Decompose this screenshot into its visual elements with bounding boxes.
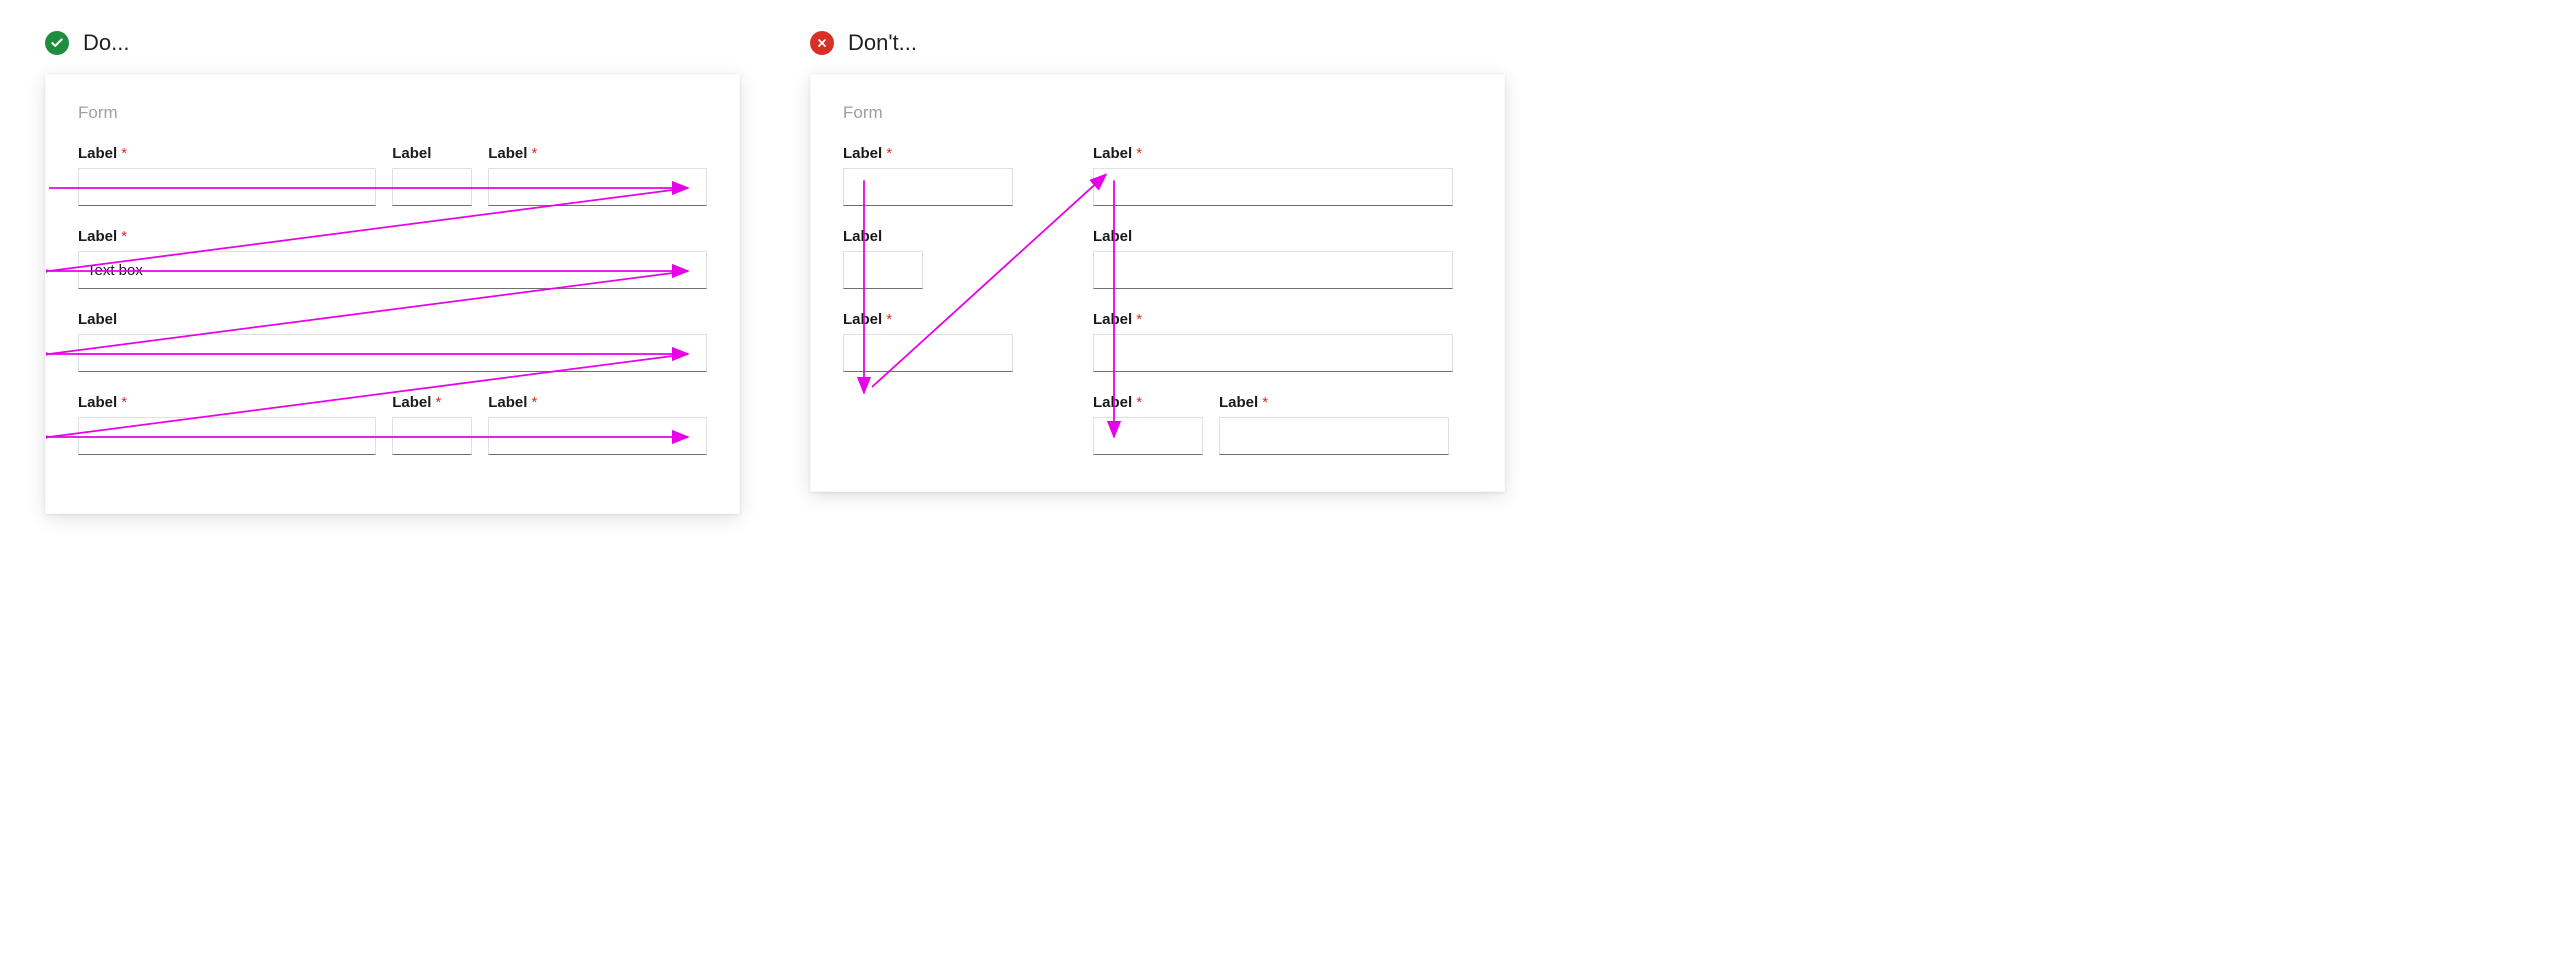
text-input[interactable]: [1093, 168, 1453, 206]
form-field: Label *: [1093, 311, 1453, 372]
field-label: Label: [392, 145, 472, 162]
check-circle-icon: [45, 31, 69, 55]
field-label: Label *: [843, 311, 1013, 328]
required-asterisk-icon: *: [121, 229, 127, 244]
form-field: Label *: [1093, 394, 1203, 455]
form-column: Label * Label Label *: [843, 145, 1013, 455]
dont-heading-text: Don't...: [848, 30, 917, 56]
field-label-text: Label: [78, 394, 117, 411]
field-label-text: Label: [1219, 394, 1258, 411]
form-field: Label *: [1093, 145, 1453, 206]
dont-header: Don't...: [810, 30, 1505, 56]
text-input[interactable]: [392, 168, 472, 206]
form-row: Label * Label * Label *: [78, 394, 707, 455]
required-asterisk-icon: *: [531, 146, 537, 161]
text-input[interactable]: [488, 417, 707, 455]
page: Do... Form Label*LabelLabel*Label*LabelL…: [0, 0, 1550, 610]
field-label: Label *: [1093, 145, 1453, 162]
field-label-text: Label: [78, 228, 117, 245]
form-field: Label *: [78, 394, 376, 455]
required-asterisk-icon: *: [531, 395, 537, 410]
text-input[interactable]: [843, 168, 1013, 206]
form-field: Label *: [392, 394, 472, 455]
do-card: Form Label*LabelLabel*Label*LabelLabel*L…: [45, 74, 740, 514]
field-label-text: Label: [78, 145, 117, 162]
form-row: Label * Label *: [1093, 394, 1453, 455]
required-asterisk-icon: *: [1136, 146, 1142, 161]
text-input[interactable]: [78, 334, 707, 372]
required-asterisk-icon: *: [121, 146, 127, 161]
field-label: Label: [78, 311, 707, 328]
text-input[interactable]: [1219, 417, 1449, 455]
field-label-text: Label: [1093, 311, 1132, 328]
text-input[interactable]: [78, 417, 376, 455]
dont-example: Don't... Form Label*LabelLabel*Label*Lab…: [810, 30, 1505, 492]
text-input[interactable]: [1093, 334, 1453, 372]
dont-form-columns: Label*LabelLabel*Label*LabelLabel*Label*…: [843, 145, 1472, 455]
do-heading-text: Do...: [83, 30, 129, 56]
do-form-rows: Label * Label Label * Label * Label Label * Label *…: [78, 145, 707, 455]
required-asterisk-icon: *: [886, 312, 892, 327]
field-label-text: Label: [392, 394, 431, 411]
field-label-text: Label: [488, 145, 527, 162]
field-label-text: Label: [843, 311, 882, 328]
field-label-text: Label: [843, 228, 882, 245]
required-asterisk-icon: *: [1136, 312, 1142, 327]
form-column: Label * Label Label * Label * Label *: [1093, 145, 1453, 455]
field-label-text: Label: [1093, 145, 1132, 162]
field-label: Label *: [1093, 311, 1453, 328]
form-field: Label *: [488, 394, 707, 455]
form-field: Label *: [78, 145, 376, 206]
field-label-text: Label: [392, 145, 431, 162]
x-circle-icon: [810, 31, 834, 55]
do-header: Do...: [45, 30, 740, 56]
form-field: Label: [843, 228, 923, 289]
text-input[interactable]: [488, 168, 707, 206]
form-row: Label: [78, 311, 707, 372]
text-input[interactable]: [392, 417, 472, 455]
dont-card: Form Label*LabelLabel*Label*LabelLabel*L…: [810, 74, 1505, 492]
field-label: Label: [843, 228, 923, 245]
field-label: Label *: [488, 145, 707, 162]
required-asterisk-icon: *: [435, 395, 441, 410]
form-field: Label *: [488, 145, 707, 206]
field-label: Label *: [392, 394, 472, 411]
field-label: Label *: [488, 394, 707, 411]
form-field: Label *: [843, 145, 1013, 206]
field-label-text: Label: [1093, 228, 1132, 245]
field-label-text: Label: [488, 394, 527, 411]
form-row: Label * Label Label *: [78, 145, 707, 206]
form-field: Label: [392, 145, 472, 206]
dont-form-title: Form: [843, 103, 1472, 123]
field-label: Label: [1093, 228, 1453, 245]
text-input[interactable]: [1093, 251, 1453, 289]
form-field: Label *: [843, 311, 1013, 372]
text-input[interactable]: [843, 251, 923, 289]
field-label: Label *: [1219, 394, 1449, 411]
field-label-text: Label: [78, 311, 117, 328]
do-form-title: Form: [78, 103, 707, 123]
form-row: Label *: [78, 228, 707, 289]
required-asterisk-icon: *: [1262, 395, 1268, 410]
form-field: Label *: [78, 228, 707, 289]
field-label: Label *: [843, 145, 1013, 162]
text-input[interactable]: [78, 168, 376, 206]
required-asterisk-icon: *: [886, 146, 892, 161]
do-example: Do... Form Label*LabelLabel*Label*LabelL…: [45, 30, 740, 514]
text-input[interactable]: [1093, 417, 1203, 455]
form-field: Label *: [1219, 394, 1449, 455]
form-field: Label: [78, 311, 707, 372]
text-input[interactable]: [843, 334, 1013, 372]
required-asterisk-icon: *: [1136, 395, 1142, 410]
field-label: Label *: [78, 394, 376, 411]
field-label-text: Label: [843, 145, 882, 162]
field-label: Label *: [78, 145, 376, 162]
text-input[interactable]: [78, 251, 707, 289]
required-asterisk-icon: *: [121, 395, 127, 410]
field-label: Label *: [1093, 394, 1203, 411]
field-label: Label *: [78, 228, 707, 245]
field-label-text: Label: [1093, 394, 1132, 411]
form-field: Label: [1093, 228, 1453, 289]
